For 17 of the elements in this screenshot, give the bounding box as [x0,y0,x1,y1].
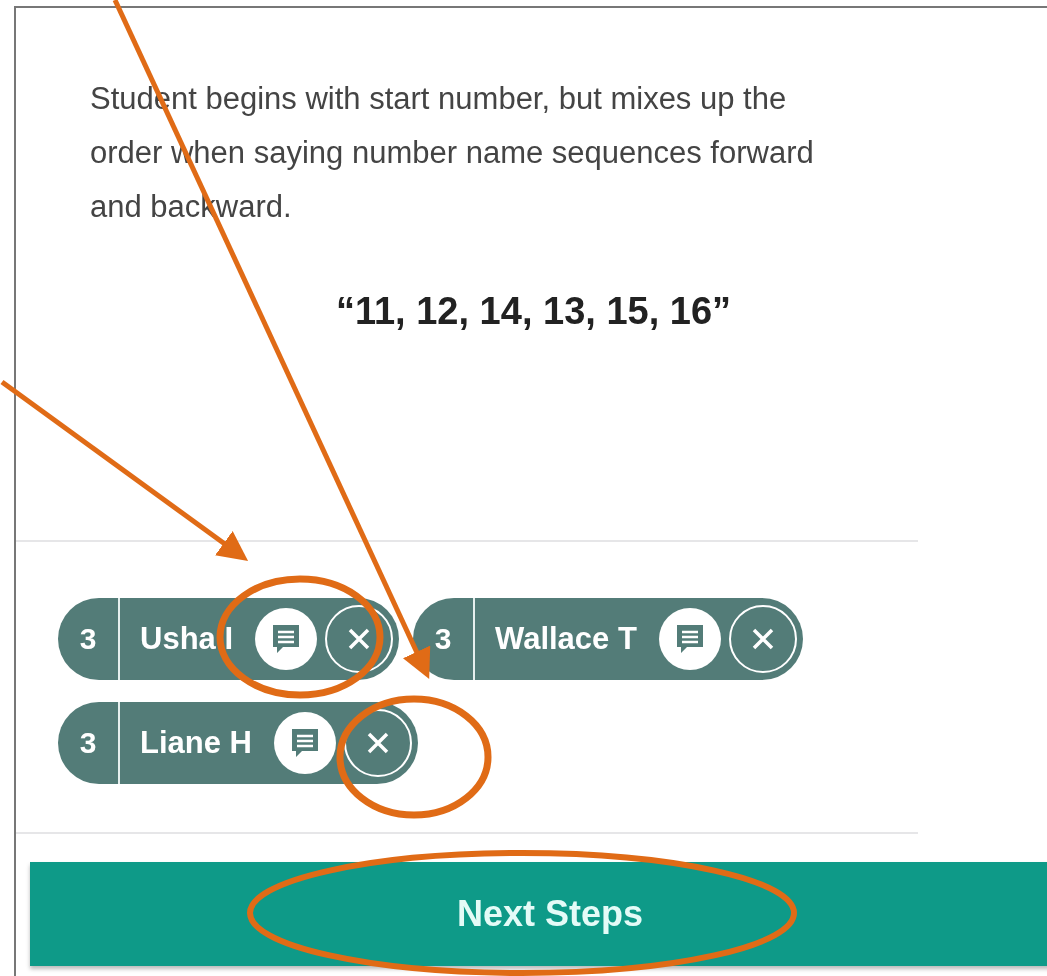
chip-count: 3 [78,622,98,656]
chip-count: 3 [433,622,453,656]
chip-count: 3 [78,726,98,760]
number-sequence: “11, 12, 14, 13, 15, 16” [334,290,733,333]
remove-button[interactable] [728,605,797,673]
close-icon [347,627,372,651]
comment-icon [271,623,302,655]
comment-icon [289,727,320,759]
remove-button[interactable] [325,605,394,673]
remove-button[interactable] [343,709,412,777]
student-name: Wallace T [473,598,659,680]
comment-icon [674,623,705,655]
close-icon [750,627,775,651]
student-name: Usha I [118,598,256,680]
next-steps-button[interactable]: Next Steps [30,862,1047,966]
student-name: Liane H [118,702,274,784]
close-icon [365,731,390,755]
